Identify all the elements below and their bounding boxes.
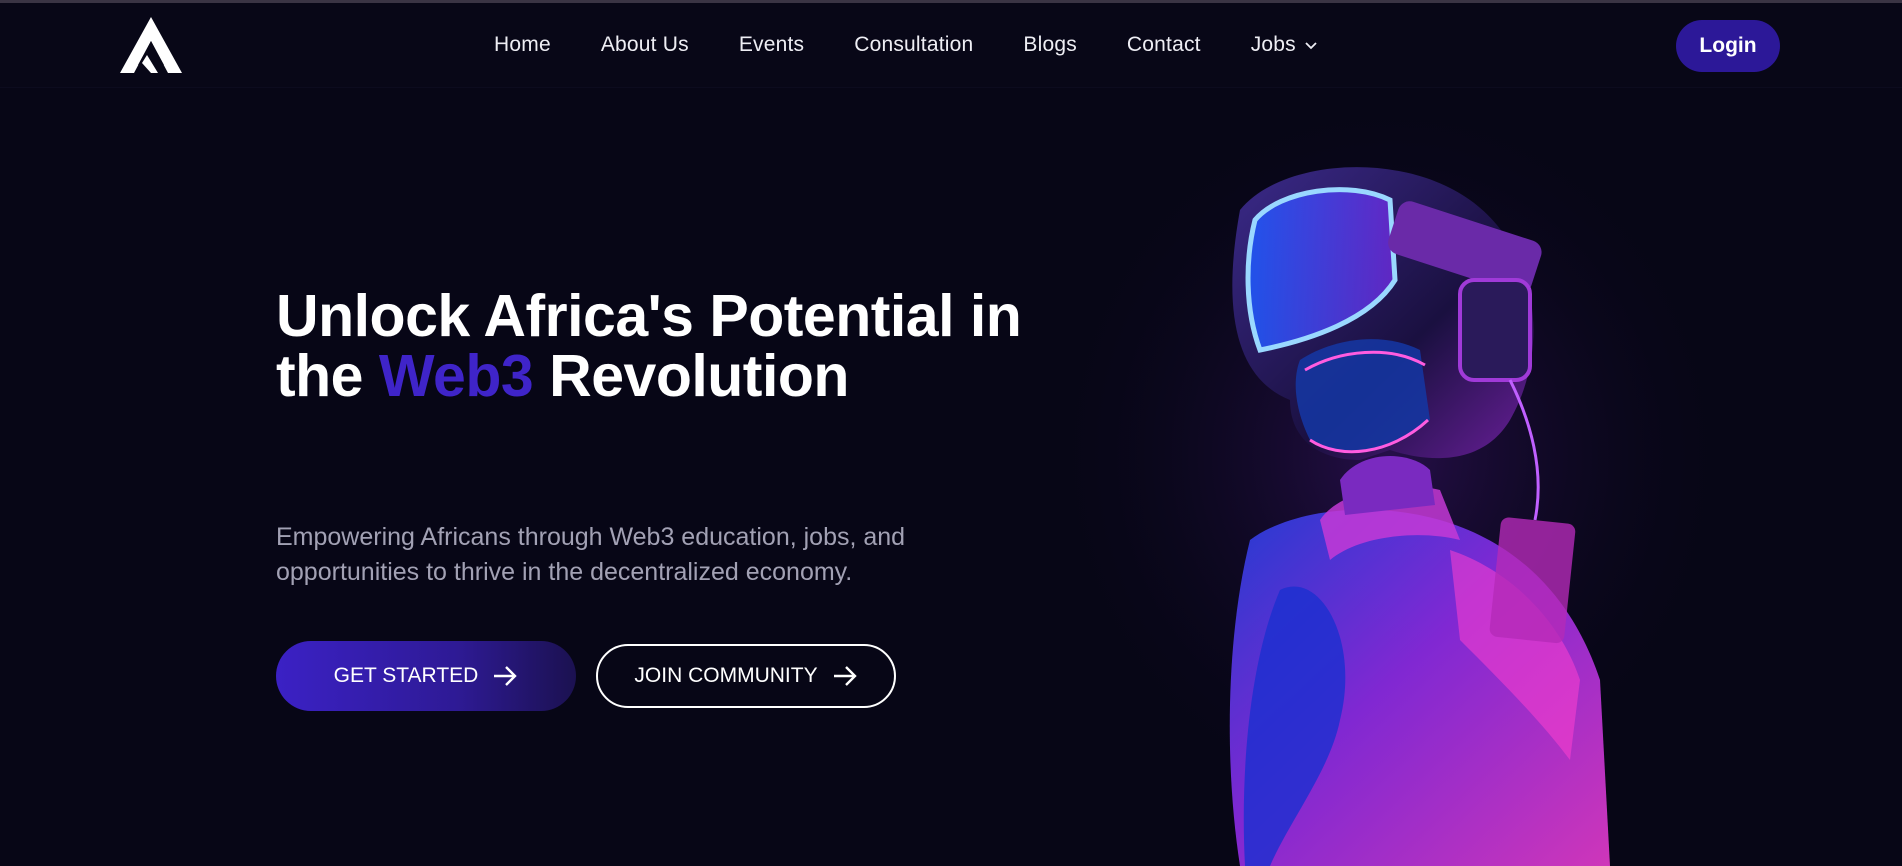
arrow-right-icon <box>494 666 518 686</box>
hero-title: Unlock Africa's Potential in the Web3 Re… <box>276 286 1036 406</box>
get-started-label: GET STARTED <box>333 664 479 687</box>
hero-title-accent: Web3 <box>378 343 534 409</box>
nav-blogs[interactable]: Blogs <box>1023 33 1077 57</box>
nav-home-label: Home <box>494 33 551 56</box>
nav-jobs-dropdown[interactable]: Jobs <box>1251 33 1318 57</box>
join-community-button[interactable]: JOIN COMMUNITY <box>596 644 896 708</box>
nav-events[interactable]: Events <box>739 33 804 57</box>
triangle-a-logo-icon[interactable] <box>118 15 184 75</box>
nav-blogs-label: Blogs <box>1023 33 1077 56</box>
nav-contact[interactable]: Contact <box>1127 33 1201 57</box>
neon-vr-helmet-figure-image <box>1040 120 1740 866</box>
nav-about-us-label: About Us <box>600 33 689 56</box>
chevron-down-icon <box>1305 42 1317 50</box>
nav-about-us[interactable]: About Us <box>601 33 689 57</box>
get-started-button[interactable]: GET STARTED <box>276 641 576 711</box>
login-button[interactable]: Login <box>1676 20 1780 72</box>
navbar: Home About Us Events Consultation Blogs … <box>0 3 1902 88</box>
nav-home[interactable]: Home <box>494 33 551 57</box>
nav-contact-label: Contact <box>1126 33 1201 56</box>
main-nav: Home About Us Events Consultation Blogs … <box>494 33 1318 57</box>
nav-events-label: Events <box>738 33 805 56</box>
join-community-label: JOIN COMMUNITY <box>634 664 818 687</box>
hero-title-part2: Revolution <box>533 343 849 409</box>
nav-consultation[interactable]: Consultation <box>854 33 973 57</box>
arrow-right-icon <box>833 666 857 686</box>
nav-jobs-label: Jobs <box>1250 33 1296 56</box>
nav-consultation-label: Consultation <box>854 33 974 56</box>
hero-subtitle: Empowering Africans through Web3 educati… <box>276 523 906 586</box>
